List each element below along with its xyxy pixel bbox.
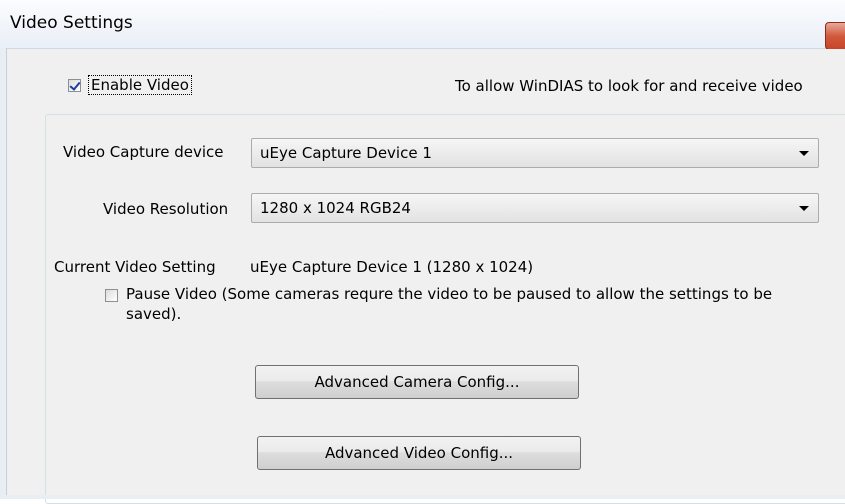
- close-button[interactable]: [825, 22, 845, 50]
- current-setting-label: Current Video Setting: [54, 258, 216, 276]
- video-settings-window: Video Settings Enable Video To allow Win…: [0, 0, 845, 504]
- chevron-down-icon[interactable]: [799, 151, 809, 156]
- resolution-label: Video Resolution: [103, 200, 229, 218]
- resolution-dropdown[interactable]: 1280 x 1024 RGB24: [251, 193, 819, 223]
- title-bar[interactable]: Video Settings: [0, 0, 845, 50]
- enable-video-checkbox[interactable]: [68, 79, 81, 92]
- pause-video-checkbox[interactable]: [105, 289, 118, 302]
- resolution-value: 1280 x 1024 RGB24: [260, 199, 411, 217]
- capture-device-value: uEye Capture Device 1: [260, 144, 432, 162]
- window-title: Video Settings: [10, 13, 133, 33]
- pause-video-label[interactable]: Pause Video (Some cameras requre the vid…: [126, 284, 826, 324]
- enable-video-label[interactable]: Enable Video: [88, 75, 192, 95]
- chevron-down-icon[interactable]: [799, 206, 809, 211]
- capture-device-label: Video Capture device: [63, 143, 224, 161]
- capture-device-dropdown[interactable]: uEye Capture Device 1: [251, 138, 819, 168]
- advanced-video-config-button[interactable]: Advanced Video Config...: [257, 436, 581, 470]
- window-border-bottom: [0, 495, 845, 499]
- dialog-content: Enable Video To allow WinDIAS to look fo…: [7, 49, 845, 504]
- enable-video-description: To allow WinDIAS to look for and receive…: [455, 77, 803, 95]
- advanced-camera-config-button[interactable]: Advanced Camera Config...: [255, 365, 579, 399]
- window-border-left: [0, 48, 7, 499]
- current-setting-value: uEye Capture Device 1 (1280 x 1024): [250, 258, 534, 276]
